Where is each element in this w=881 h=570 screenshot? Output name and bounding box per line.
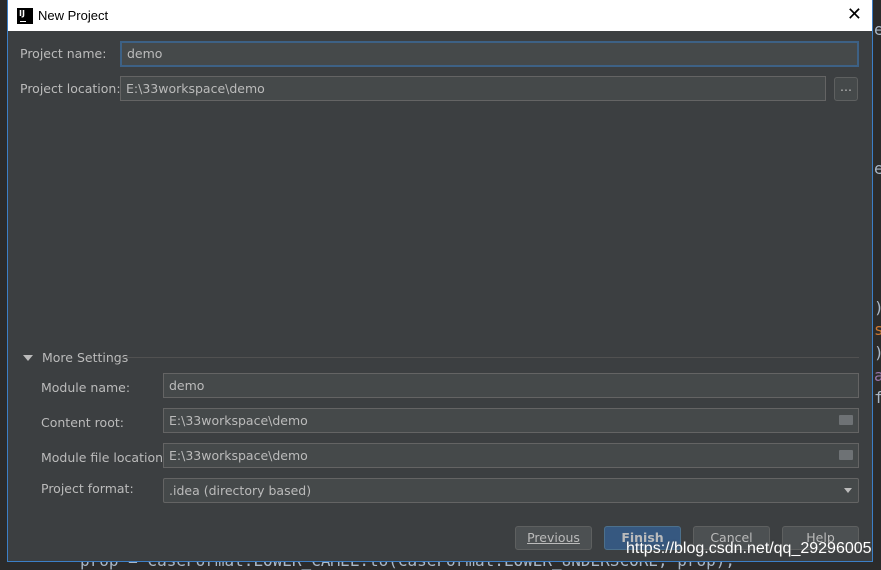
editor-text: )	[874, 343, 881, 362]
browse-button[interactable]: ...	[834, 77, 858, 101]
project-format-value: .idea (directory based)	[169, 483, 312, 498]
module-file-location-value: E:\33workspace\demo	[169, 448, 308, 463]
editor-text: e	[874, 20, 881, 39]
close-icon[interactable]: ✕	[847, 4, 862, 25]
project-name-label: Project name:	[20, 46, 107, 61]
content-root-value: E:\33workspace\demo	[169, 413, 308, 428]
new-project-dialog: IJ New Project ✕ Project name: demo Proj…	[7, 0, 873, 562]
project-location-label: Project location:	[20, 81, 121, 96]
module-name-input[interactable]: demo	[163, 373, 859, 398]
content-root-input[interactable]: E:\33workspace\demo	[163, 408, 859, 433]
title-bar: IJ New Project ✕	[7, 0, 873, 31]
project-location-input[interactable]: E:\33workspace\demo	[120, 76, 826, 101]
module-file-location-input[interactable]: E:\33workspace\demo	[163, 443, 859, 468]
divider	[121, 357, 859, 358]
content-root-label: Content root:	[41, 415, 124, 430]
editor-text: a	[874, 366, 881, 385]
editor-text: s	[874, 320, 881, 339]
module-name-label: Module name:	[41, 380, 131, 395]
window-title: New Project	[38, 8, 109, 23]
more-settings-label: More Settings	[42, 350, 129, 365]
watermark: https://blog.csdn.net/qq_29296005	[626, 540, 872, 557]
project-format-label: Project format:	[41, 481, 134, 496]
previous-button[interactable]: Previous	[515, 526, 592, 550]
project-name-input[interactable]: demo	[120, 41, 859, 67]
editor-text: e	[874, 159, 881, 178]
editor-text: )	[874, 298, 881, 317]
editor-text: f	[874, 388, 881, 407]
chevron-down-icon	[844, 488, 852, 493]
more-settings-toggle[interactable]: More Settings	[23, 350, 128, 365]
folder-icon[interactable]	[839, 415, 853, 425]
project-format-select[interactable]: .idea (directory based)	[163, 478, 859, 503]
folder-icon[interactable]	[839, 450, 853, 460]
intellij-logo-icon: IJ	[17, 7, 33, 24]
module-file-location-label: Module file location:	[41, 450, 168, 465]
triangle-down-icon	[23, 354, 33, 361]
